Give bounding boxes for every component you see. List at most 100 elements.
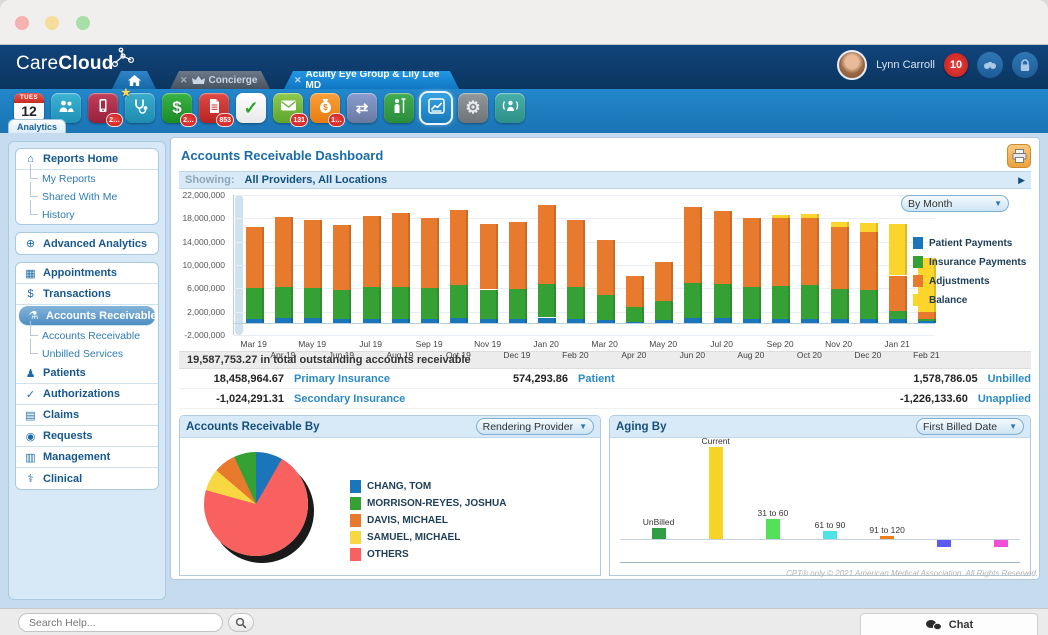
sidebar-item-label: Authorizations (43, 388, 120, 400)
patient-payments-segment (918, 321, 936, 323)
sidebar-item-history[interactable]: History (16, 206, 158, 224)
rendering-provider-value: Rendering Provider (483, 421, 573, 433)
sidebar-item-label: Clinical (43, 473, 82, 485)
x-tick-label: Feb 21 (913, 350, 939, 360)
community-group-glyph (502, 98, 519, 118)
patient-payments-segment (538, 318, 556, 324)
camera-icon: ◉ (24, 430, 37, 443)
sidebar-item-clinical[interactable]: ⚕Clinical (16, 468, 158, 489)
maximize-window-button[interactable] (76, 16, 90, 30)
sidebar-item-advanced-analytics[interactable]: ⊕Advanced Analytics (16, 233, 158, 254)
tab-concierge[interactable]: ✕ Concierge (170, 71, 270, 89)
sidebar-item-management[interactable]: ▥Management (16, 447, 158, 468)
tab-home[interactable] (112, 71, 156, 89)
adjustments-segment (333, 225, 351, 290)
patient-label[interactable]: Patient (578, 373, 615, 385)
tab-acuity-eye-group[interactable]: ✕ Acuity Eye Group & Lily Lee MD (284, 71, 459, 89)
legend-swatch (350, 497, 361, 510)
patient-payments-segment (684, 318, 702, 323)
first-billed-date-dropdown[interactable]: First Billed Date ▼ (916, 418, 1024, 435)
lock-button[interactable] (1012, 52, 1038, 78)
patient-payments-segment (889, 319, 907, 323)
close-tab-icon[interactable]: ✕ (294, 75, 302, 86)
billing-devices-icon[interactable]: 2… (88, 93, 118, 123)
home-icon (128, 75, 141, 86)
sidebar-item-accounts-receivable[interactable]: ⚗Accounts Receivable (19, 306, 155, 326)
x-tick-label: Sep 19 (416, 339, 443, 349)
insurance-payments-segment (714, 284, 732, 318)
interval-dropdown[interactable]: By Month ▼ (901, 195, 1009, 212)
chevron-down-icon: ▼ (579, 422, 587, 431)
primary-insurance-value: 18,458,964.67 (179, 373, 284, 385)
clinical-stethoscope-icon[interactable]: ★ (125, 93, 155, 123)
search-button[interactable] (228, 613, 254, 632)
tasks-check-icon[interactable]: ✓ (236, 93, 266, 123)
transactions-icon[interactable]: $2… (162, 93, 192, 123)
search-help-input[interactable] (18, 613, 223, 632)
sidebar-item-requests[interactable]: ◉Requests (16, 426, 158, 447)
summary-row-1: 18,458,964.67 Primary Insurance 574,293.… (179, 369, 1031, 389)
x-tick-label: Dec 19 (503, 350, 530, 360)
sidebar-item-label: Accounts Receivable (46, 310, 157, 322)
print-button[interactable] (1007, 144, 1031, 168)
patient-care-icon[interactable] (384, 93, 414, 123)
sidebar-item-authorizations[interactable]: ✓Authorizations (16, 384, 158, 405)
search-lookup-button[interactable] (977, 52, 1003, 78)
tasks-check-glyph: ✓ (243, 98, 258, 119)
sidebar-item-label: History (42, 209, 75, 221)
adjustments-segment (567, 220, 585, 287)
sidebar-group-3: ▦Appointments$Transactions⚗Accounts Rece… (15, 262, 159, 490)
notification-count-badge: 853 (216, 113, 234, 127)
adjustments-segment (538, 205, 556, 284)
sidebar: ⌂Reports HomeMy ReportsShared With MeHis… (8, 141, 166, 600)
minimize-window-button[interactable] (45, 16, 59, 30)
aging-bar-label: 31 to 60 (757, 508, 788, 518)
aging-zero-axis (620, 539, 1020, 540)
settings-gear-icon[interactable]: ⚙ (458, 93, 488, 123)
analytics-chart-icon[interactable] (421, 93, 451, 123)
notification-badge[interactable]: 10 (944, 53, 968, 77)
insurance-payments-segment (538, 284, 556, 318)
rendering-provider-dropdown[interactable]: Rendering Provider ▼ (476, 418, 594, 435)
primary-insurance-cell: 18,458,964.67 Primary Insurance (179, 373, 463, 385)
community-group-icon[interactable] (495, 93, 525, 123)
close-window-button[interactable] (15, 16, 29, 30)
sidebar-item-appointments[interactable]: ▦Appointments (16, 263, 158, 284)
claims-documents-icon[interactable]: 853 (199, 93, 229, 123)
unapplied-label[interactable]: Unapplied (978, 393, 1031, 405)
inbox-messages-icon[interactable]: 131 (273, 93, 303, 123)
primary-insurance-label[interactable]: Primary Insurance (294, 373, 390, 385)
patients-glyph (58, 99, 74, 118)
summary-row-2: -1,024,291.31 Secondary Insurance -1,226… (179, 389, 1031, 409)
sidebar-item-claims[interactable]: ▤Claims (16, 405, 158, 426)
legend-label: Adjustments (929, 276, 990, 287)
user-avatar[interactable] (837, 50, 867, 80)
pie-legend-item-morrison-reyes-joshua: MORRISON-REYES, JOSHUA (350, 497, 506, 510)
transfers-icon[interactable]: ⇄ (347, 93, 377, 123)
expand-filter-icon[interactable]: ▶ (1018, 175, 1025, 186)
adjustments-segment (626, 276, 644, 308)
patient-care-glyph (392, 98, 407, 119)
sidebar-item-patients[interactable]: ♟Patients (16, 363, 158, 384)
legend-swatch (913, 237, 923, 249)
insurance-payments-segment (860, 290, 878, 319)
first-billed-date-value: First Billed Date (923, 421, 997, 433)
aging-by-panel: Aging By First Billed Date ▼ UnBilledCur… (609, 415, 1031, 576)
unbilled-label[interactable]: Unbilled (988, 373, 1031, 385)
tab-analytics[interactable]: Analytics (8, 119, 66, 133)
balance-segment (860, 223, 878, 232)
close-tab-icon[interactable]: ✕ (180, 75, 188, 86)
patient-payments-segment (480, 319, 498, 323)
sidebar-item-transactions[interactable]: $Transactions (16, 284, 158, 305)
chat-button[interactable]: Chat (860, 613, 1038, 635)
aging-bar-label: 91 to 120 (869, 525, 904, 535)
secondary-insurance-label[interactable]: Secondary Insurance (294, 393, 405, 405)
legend-label: MORRISON-REYES, JOSHUA (367, 498, 506, 509)
insurance-payments-segment (275, 287, 293, 318)
collections-moneybag-icon[interactable]: $1… (310, 93, 340, 123)
sidebar-item-unbilled-services[interactable]: Unbilled Services (16, 345, 158, 363)
copyright-text: CPT® only © 2021 American Medical Associ… (786, 569, 1038, 578)
legend-item-adjustments: Adjustments (913, 275, 1031, 287)
legend-swatch (350, 514, 361, 527)
x-tick-label: Apr 19 (270, 350, 295, 360)
